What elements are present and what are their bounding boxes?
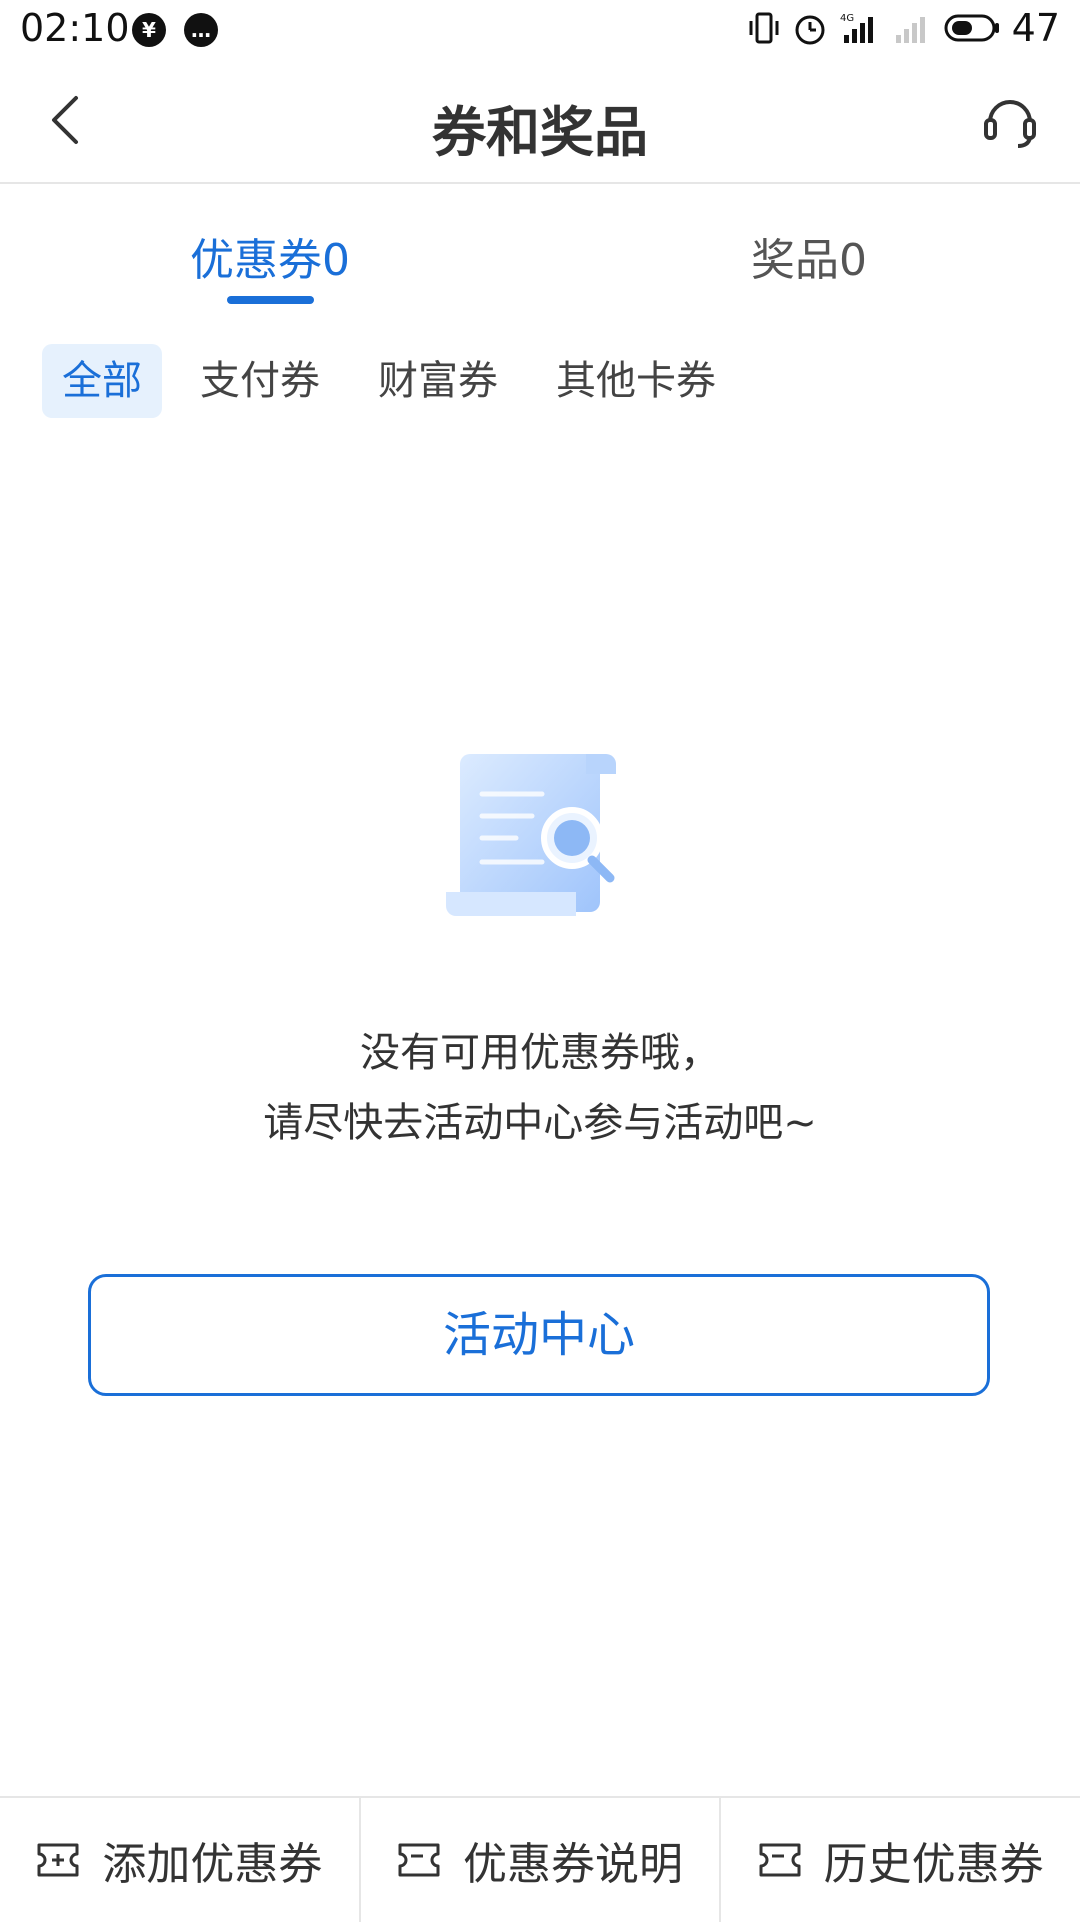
battery-level: 47	[1011, 6, 1060, 50]
empty-message-line1: 没有可用优惠券哦，	[360, 1030, 720, 1076]
empty-message-line2: 请尽快去活动中心参与活动吧~	[263, 1100, 817, 1146]
tab-indicator	[227, 296, 314, 304]
tab-prizes[interactable]: 奖品0	[751, 224, 867, 288]
headset-icon[interactable]	[980, 90, 1040, 150]
tab-coupons[interactable]: 优惠券0	[190, 224, 350, 288]
history-coupons-label: 历史优惠券	[823, 1839, 1044, 1890]
filter-wealth[interactable]: 财富券	[378, 344, 498, 418]
activity-center-button[interactable]: 活动中心	[88, 1274, 990, 1396]
coupon-info-button[interactable]: 优惠券说明	[358, 1798, 720, 1922]
add-coupon-button[interactable]: 添加优惠券	[0, 1798, 359, 1922]
svg-text:4G: 4G	[840, 13, 854, 24]
filter-all[interactable]: 全部	[42, 344, 162, 418]
signal-icon	[895, 17, 925, 43]
vibrate-icon	[749, 12, 779, 44]
page-title: 券和奖品	[432, 101, 648, 164]
coupon-info-label: 优惠券说明	[463, 1839, 683, 1890]
message-icon: …	[184, 13, 218, 47]
alarm-icon	[795, 15, 825, 45]
app-header: 券和奖品	[0, 60, 1080, 184]
battery-icon	[944, 14, 999, 42]
status-bar: 02:10 ¥ … 4G 47	[0, 0, 1080, 60]
bottom-action-bar: 添加优惠券 优惠券说明 历史优惠券	[0, 1796, 1080, 1922]
history-coupons-button[interactable]: 历史优惠券	[719, 1798, 1080, 1922]
add-coupon-label: 添加优惠券	[102, 1839, 323, 1890]
yen-shield-icon: ¥	[132, 13, 166, 47]
empty-document-search-icon	[446, 754, 616, 916]
filter-payment[interactable]: 支付券	[200, 344, 320, 418]
signal-4g-icon: 4G	[840, 13, 873, 43]
status-time: 02:10	[20, 6, 130, 50]
ticket-icon	[759, 1843, 801, 1877]
ticket-add-icon	[37, 1843, 79, 1877]
filter-other-cards[interactable]: 其他卡券	[556, 344, 716, 418]
ticket-icon	[398, 1843, 440, 1877]
main-tabs: 优惠券0 奖品0	[0, 184, 1080, 308]
filter-chips: 全部 支付券 财富券 其他卡券	[0, 340, 1080, 420]
